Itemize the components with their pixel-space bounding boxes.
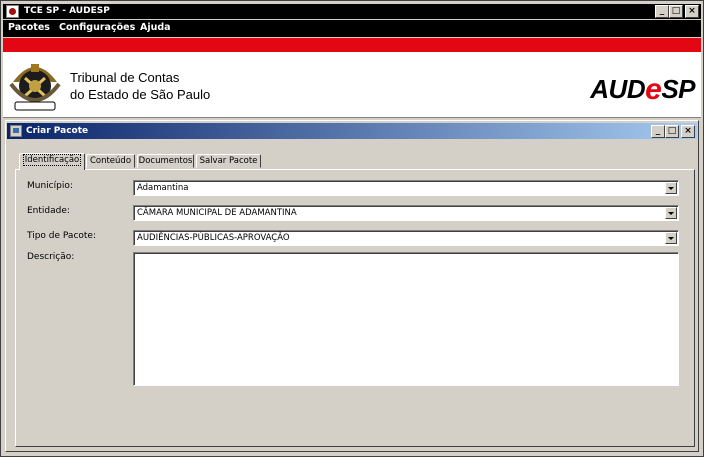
municipio-value: Adamantina <box>137 183 189 193</box>
dialog-minimize-button[interactable]: _ <box>651 125 665 138</box>
app-icon <box>6 5 19 18</box>
municipio-select[interactable]: Adamantina <box>133 180 679 196</box>
menu-configuracoes[interactable]: Configurações <box>59 22 135 33</box>
header-accent-bar <box>3 38 701 52</box>
window-title: TCE SP - AUDESP <box>24 6 110 16</box>
entidade-value: CÂMARA MUNICIPAL DE ADAMANTINA <box>137 208 297 218</box>
criar-pacote-window: Criar Pacote _ □ × Identificação Conteúd… <box>5 120 699 452</box>
descricao-textarea[interactable] <box>133 252 679 386</box>
dialog-maximize-button[interactable]: □ <box>665 125 679 138</box>
entidade-label: Entidade: <box>27 206 70 216</box>
org-name-line2: do Estado de São Paulo <box>70 87 211 102</box>
descricao-label: Descrição: <box>27 252 75 262</box>
menu-pacotes[interactable]: Pacotes <box>8 22 50 33</box>
identificacao-panel: Município: Adamantina Entidade: CÂMARA M… <box>15 169 695 447</box>
org-name-line1: Tribunal de Contas <box>70 70 180 85</box>
minimize-button[interactable]: _ <box>655 5 669 18</box>
dialog-titlebar[interactable]: Criar Pacote _ □ × <box>7 123 697 139</box>
tab-conteudo[interactable]: Conteúdo <box>86 154 135 168</box>
maximize-button[interactable]: □ <box>669 5 683 18</box>
tab-identificacao[interactable]: Identificação <box>19 153 85 170</box>
tab-documentos[interactable]: Documentos <box>137 154 194 168</box>
tab-salvar-pacote[interactable]: Salvar Pacote <box>196 154 261 168</box>
chevron-down-icon[interactable] <box>665 207 677 219</box>
chevron-down-icon[interactable] <box>665 182 677 194</box>
entidade-select[interactable]: CÂMARA MUNICIPAL DE ADAMANTINA <box>133 205 679 221</box>
header-banner: Tribunal de Contas do Estado de São Paul… <box>3 52 701 118</box>
municipio-label: Município: <box>27 181 73 191</box>
dialog-title: Criar Pacote <box>26 126 89 136</box>
tipo-pacote-select[interactable]: AUDIÊNCIAS-PÚBLICAS-APROVAÇÃO <box>133 230 679 246</box>
menu-ajuda[interactable]: Ajuda <box>140 22 171 33</box>
chevron-down-icon[interactable] <box>665 232 677 244</box>
java-window-icon <box>10 125 22 137</box>
dialog-close-button[interactable]: × <box>681 125 695 138</box>
audesp-logo: AUDeSP <box>590 73 695 106</box>
tipo-pacote-value: AUDIÊNCIAS-PÚBLICAS-APROVAÇÃO <box>137 233 290 243</box>
tribunal-seal-icon <box>9 64 61 111</box>
main-window: TCE SP - AUDESP _ □ × Pacotes Configuraç… <box>0 0 704 457</box>
window-titlebar[interactable]: TCE SP - AUDESP _ □ × <box>3 4 701 19</box>
menu-bar: Pacotes Configurações Ajuda <box>3 20 701 37</box>
close-button[interactable]: × <box>685 5 699 18</box>
tipo-pacote-label: Tipo de Pacote: <box>27 231 97 241</box>
